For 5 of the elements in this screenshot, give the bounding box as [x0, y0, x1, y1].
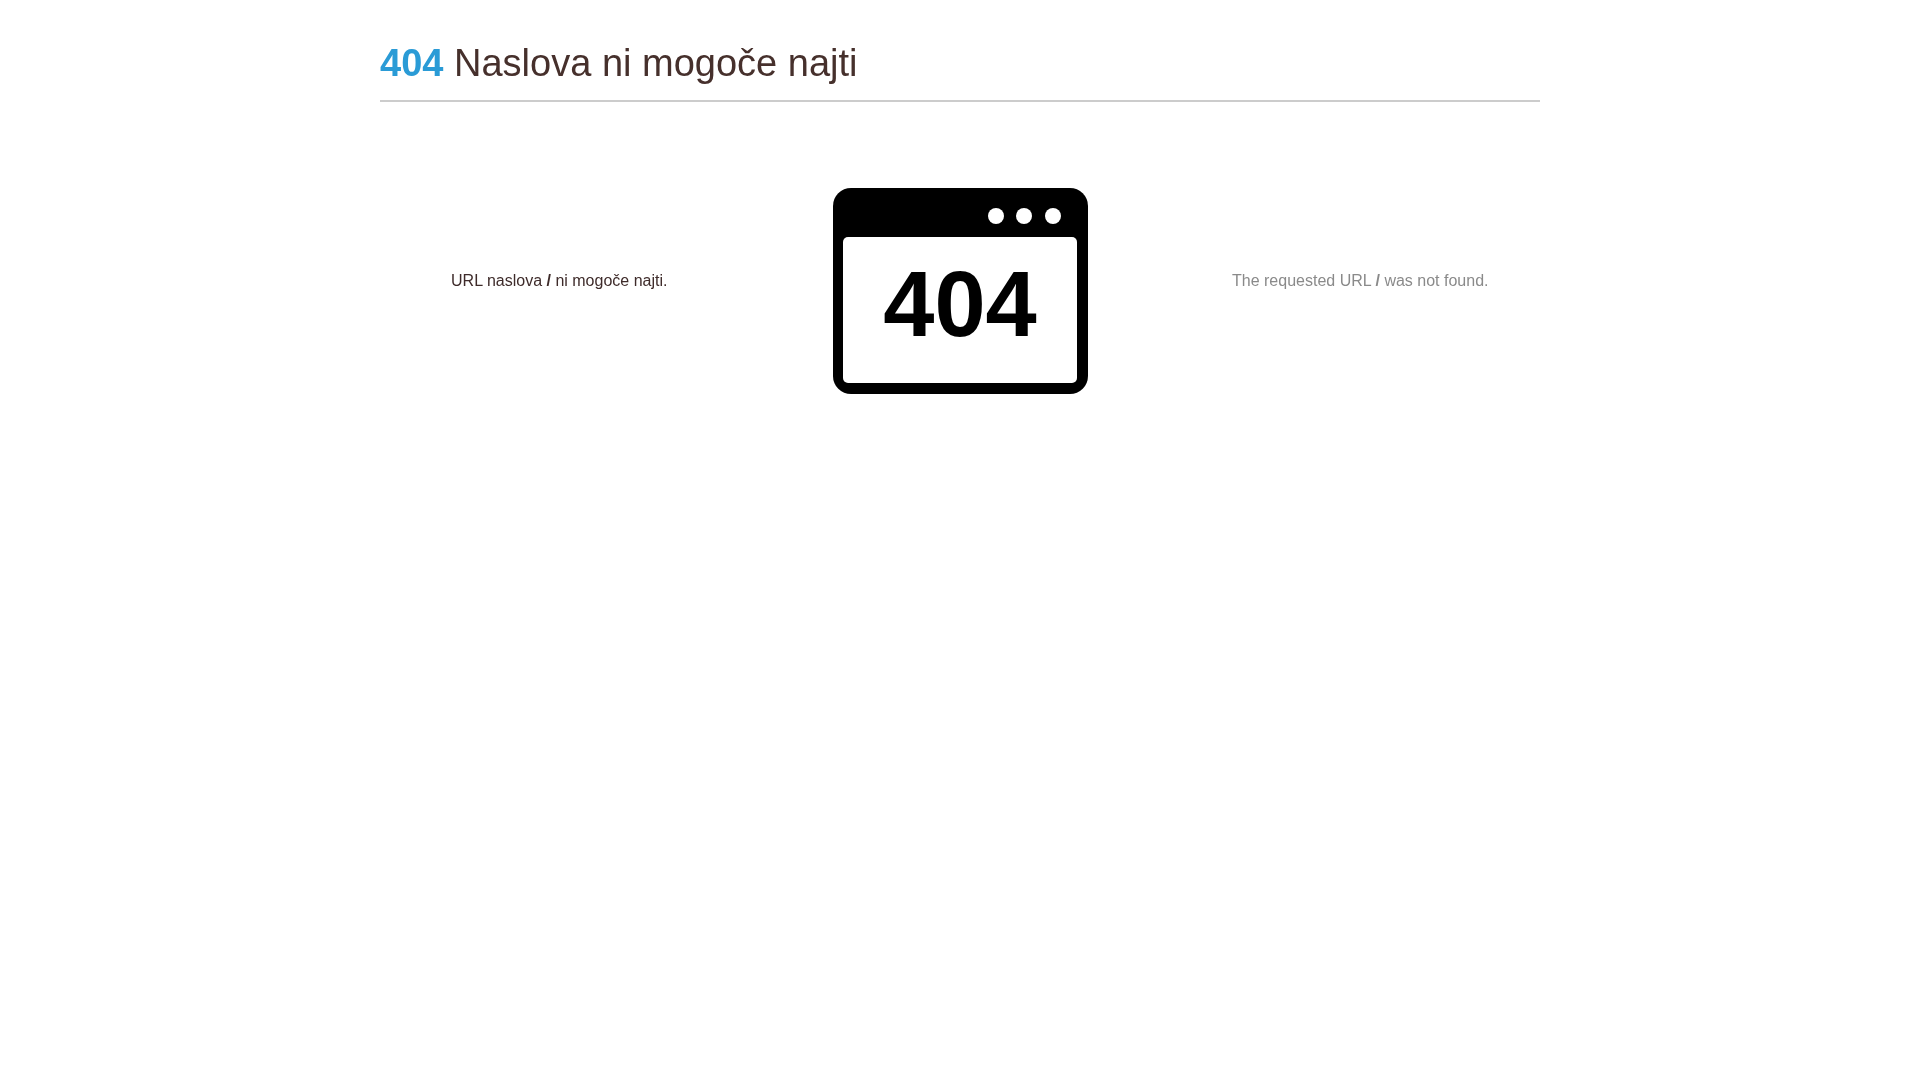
page-title: Naslova ni mogoče najti	[454, 42, 858, 84]
error-message-english: The requested URL / was not found.	[1232, 272, 1489, 289]
browser-window-404-illustration: 404	[832, 188, 1088, 394]
error-message: URL naslova / ni mogoče najti.	[451, 272, 668, 289]
error-code: 404	[380, 42, 444, 84]
